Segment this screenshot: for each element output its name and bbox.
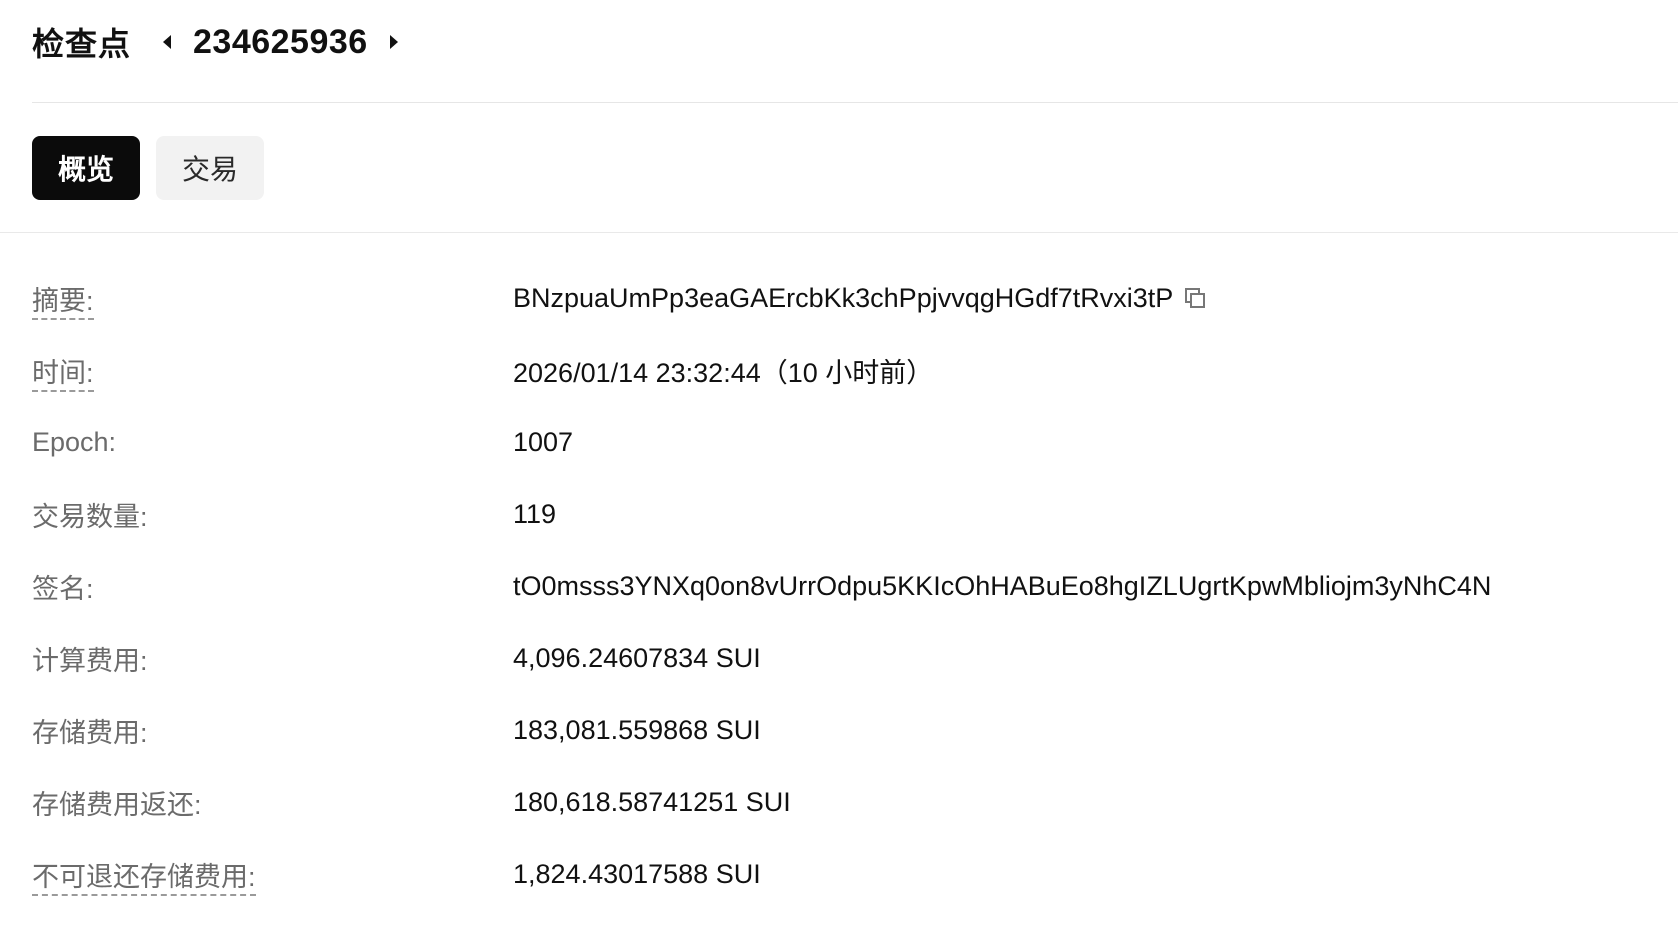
digest-label-text: 摘要: (32, 285, 94, 320)
digest-label: 摘要: (32, 279, 513, 320)
computation-fee-value: 4,096.24607834 SUI (513, 642, 761, 673)
previous-checkpoint-button[interactable] (151, 26, 183, 58)
detail-row-transaction-count: 交易数量: 119 (32, 478, 1678, 550)
detail-row-storage-rebate: 存储费用返还: 180,618.58741251 SUI (32, 766, 1678, 838)
detail-row-nonrefundable-storage-fee: 不可退还存储费用: 1,824.43017588 SUI (32, 838, 1678, 910)
detail-row-computation-fee: 计算费用: 4,096.24607834 SUI (32, 622, 1678, 694)
copy-icon-svg (1185, 288, 1206, 308)
detail-row-signature: 签名: tO0msss3YNXq0on8vUrrOdpu5KKIcOhHABuE… (32, 550, 1678, 622)
epoch-value: 1007 (513, 426, 574, 457)
epoch-label-text: Epoch: (32, 426, 117, 457)
detail-row-storage-fee: 存储费用: 183,081.559868 SUI (32, 694, 1678, 766)
copy-icon[interactable] (1181, 284, 1209, 312)
detail-row-epoch: Epoch: 1007 (32, 406, 1678, 478)
storage-fee-label: 存储费用: (32, 711, 513, 750)
nonrefundable-storage-fee-value: 1,824.43017588 SUI (513, 858, 761, 889)
caret-left-icon (163, 35, 172, 49)
tabs-divider (0, 232, 1678, 233)
signature-label: 签名: (32, 567, 513, 606)
time-label-text: 时间: (32, 357, 94, 392)
transaction-count-value: 119 (513, 498, 557, 529)
storage-rebate-value: 180,618.58741251 SUI (513, 786, 791, 817)
next-checkpoint-button[interactable] (378, 26, 410, 58)
computation-fee-label: 计算费用: (32, 639, 513, 678)
storage-fee-value: 183,081.559868 SUI (513, 714, 761, 745)
detail-row-time: 时间: 2026/01/14 23:32:44（10 小时前） (32, 334, 1678, 406)
checkpoint-details: 摘要: BNzpuaUmPp3eaGAErcbKk3chPpjvvqgHGdf7… (32, 262, 1678, 910)
storage-fee-label-text: 存储费用: (32, 717, 148, 748)
digest-text: BNzpuaUmPp3eaGAErcbKk3chPpjvvqgHGdf7tRvx… (513, 282, 1174, 313)
time-label: 时间: (32, 351, 513, 392)
time-value: 2026/01/14 23:32:44（10 小时前） (513, 357, 934, 388)
storage-rebate-label-text: 存储费用返还: (32, 789, 202, 820)
page-header: 检查点 234625936 (0, 0, 1678, 102)
caret-right-icon (389, 35, 398, 49)
signature-label-text: 签名: (32, 573, 94, 604)
page-title: 检查点 (32, 26, 132, 62)
header-title-group: 检查点 234625936 (32, 18, 410, 66)
transaction-count-label-text: 交易数量: (32, 501, 148, 532)
storage-rebate-label: 存储费用返还: (32, 783, 513, 822)
digest-value: BNzpuaUmPp3eaGAErcbKk3chPpjvvqgHGdf7tRvx… (513, 283, 1209, 314)
detail-row-digest: 摘要: BNzpuaUmPp3eaGAErcbKk3chPpjvvqgHGdf7… (32, 262, 1678, 334)
tab-transactions[interactable]: 交易 (156, 136, 265, 200)
tab-overview[interactable]: 概览 (32, 136, 141, 200)
computation-fee-label-text: 计算费用: (32, 645, 148, 676)
transaction-count-label: 交易数量: (32, 495, 513, 534)
nonrefundable-storage-fee-label: 不可退还存储费用: (32, 855, 513, 896)
epoch-label: Epoch: (32, 427, 513, 458)
checkpoint-id: 234625936 (193, 22, 368, 61)
signature-value: tO0msss3YNXq0on8vUrrOdpu5KKIcOhHABuEo8hg… (513, 570, 1492, 601)
nonrefundable-storage-fee-label-text: 不可退还存储费用: (32, 861, 256, 896)
tab-bar: 概览 交易 (0, 102, 1678, 233)
